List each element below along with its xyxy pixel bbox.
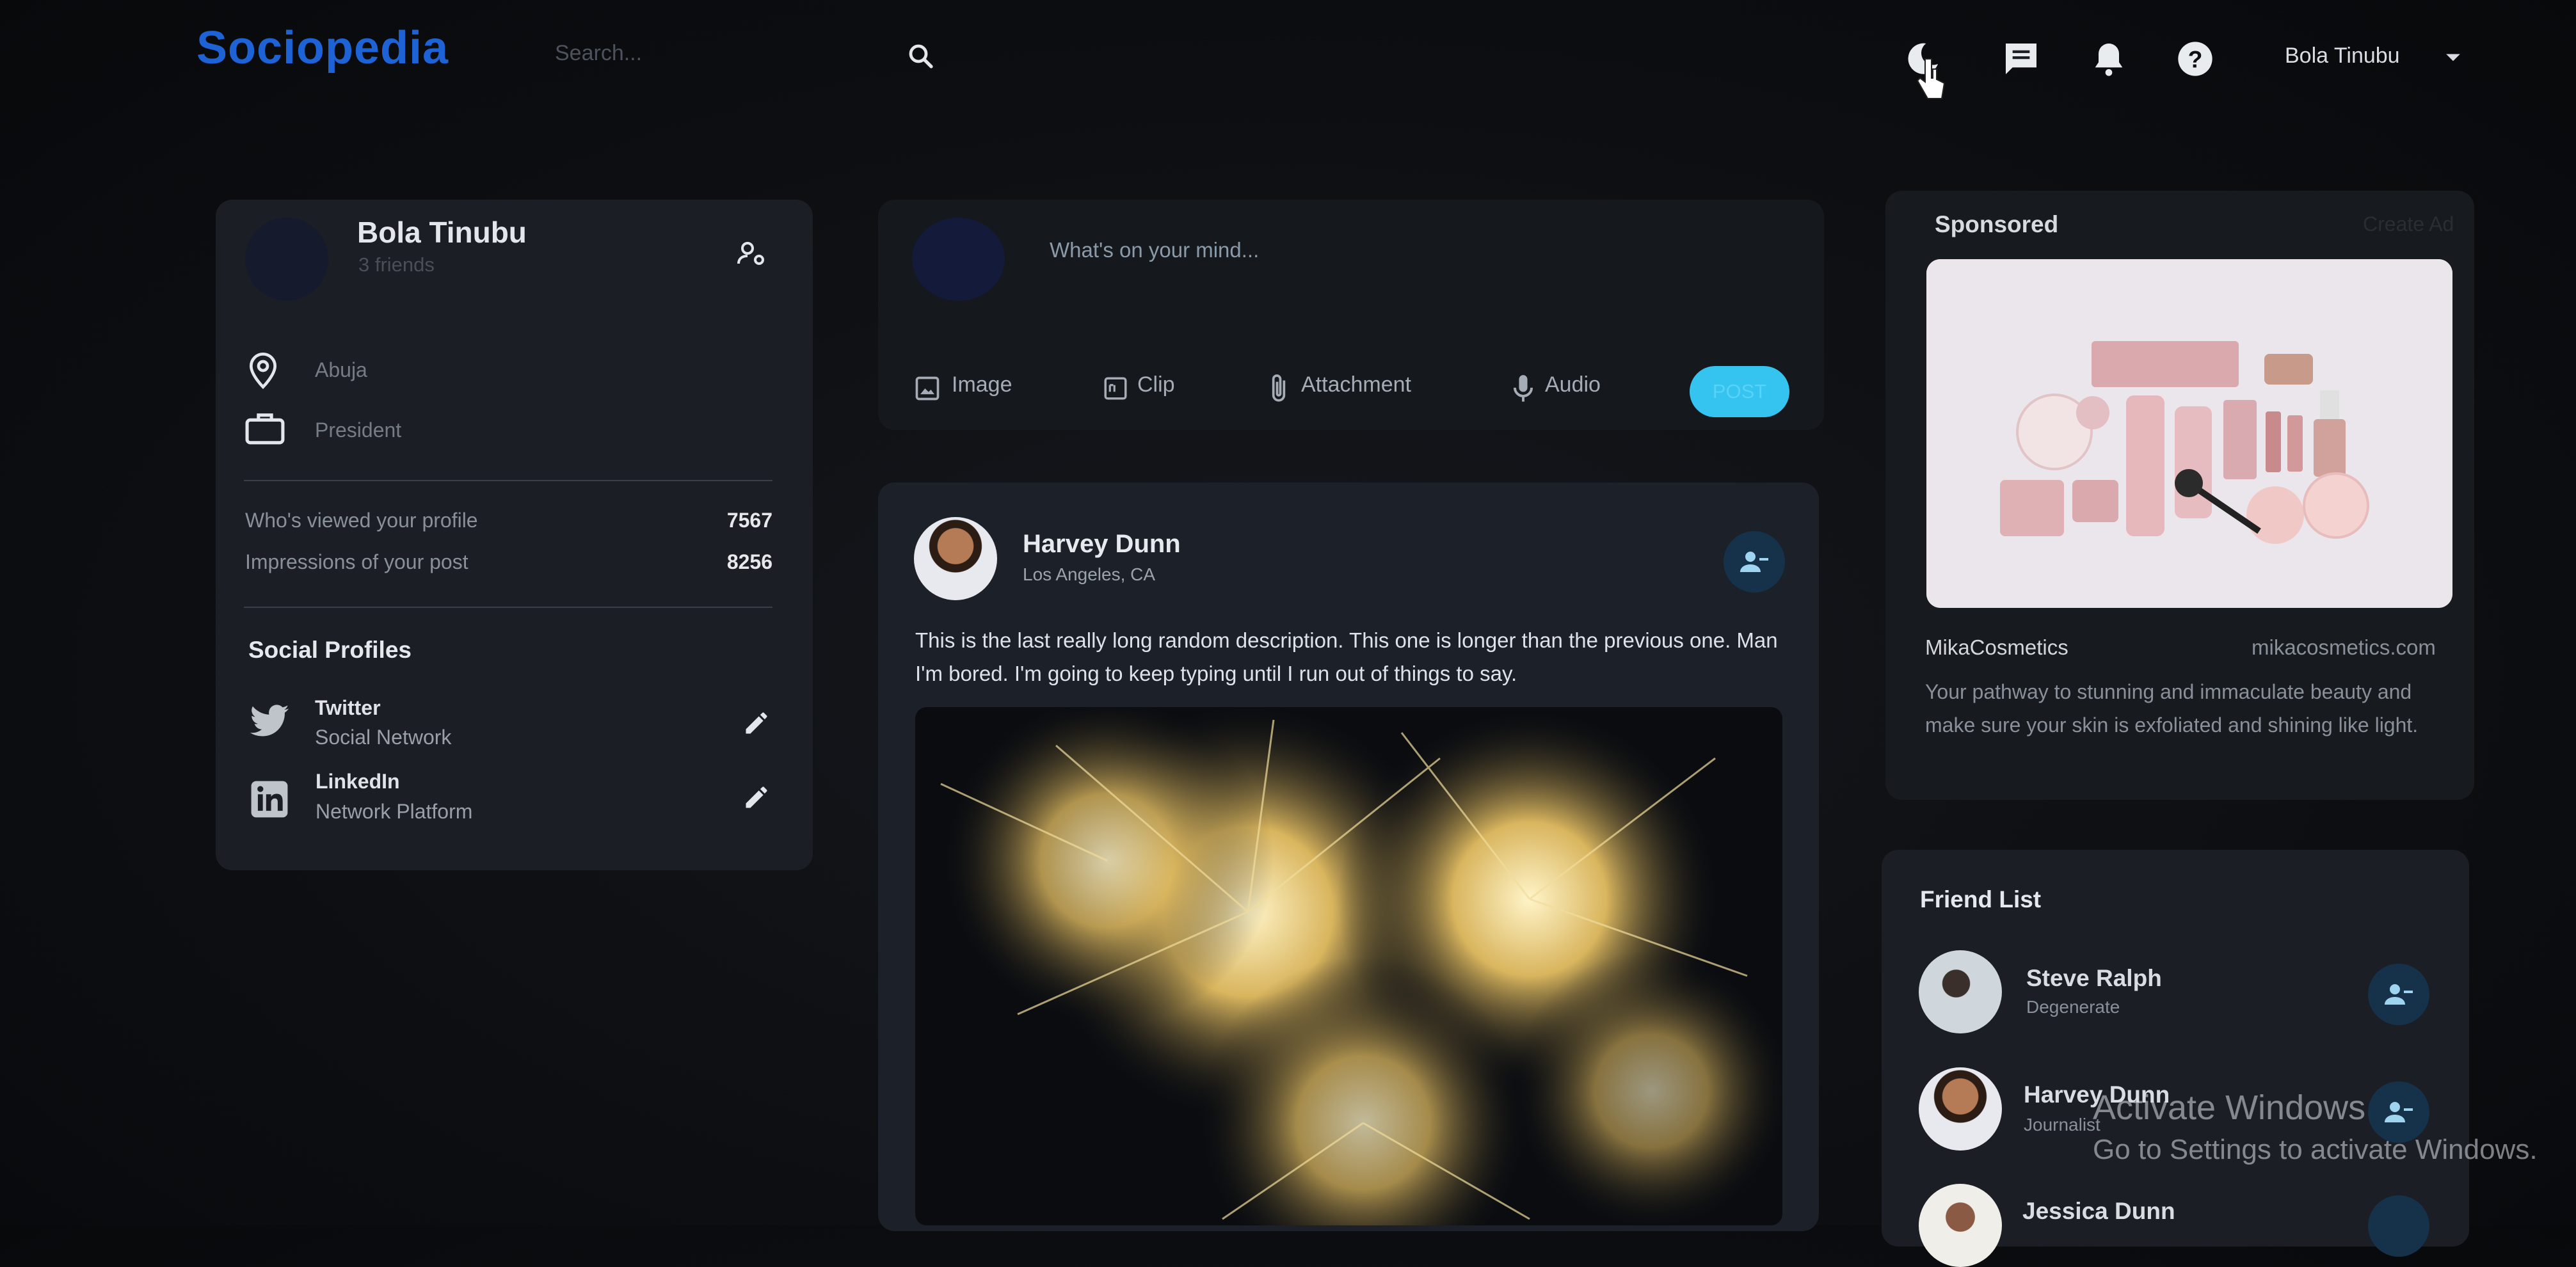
profile-views-value: 7567 xyxy=(726,509,772,532)
chevron-down-icon[interactable] xyxy=(2445,52,2461,64)
post-image[interactable] xyxy=(915,707,1782,1225)
twitter-icon xyxy=(248,704,291,740)
social-profiles-title: Social Profiles xyxy=(248,637,412,663)
audio-option[interactable]: Audio xyxy=(1545,372,1601,397)
friend-avatar[interactable] xyxy=(1919,1067,2002,1151)
post-button[interactable]: POST xyxy=(1690,366,1789,417)
search-icon[interactable] xyxy=(906,41,936,72)
linkedin-type: Network Platform xyxy=(316,800,473,823)
post-description: This is the last really long random desc… xyxy=(915,628,1778,685)
edit-icon[interactable] xyxy=(742,783,771,811)
sponsored-title: Sponsored xyxy=(1935,211,2059,237)
user-menu[interactable]: Bola Tinubu xyxy=(2285,44,2400,68)
location-icon xyxy=(245,351,281,390)
ad-site-link[interactable]: mikacosmetics.com xyxy=(2252,635,2436,660)
app-logo[interactable]: Sociopedia xyxy=(196,22,449,74)
friend-list-title: Friend List xyxy=(1920,886,2042,912)
image-option[interactable]: Image xyxy=(952,372,1012,397)
divider xyxy=(244,480,772,481)
friend-name[interactable]: Jessica Dunn xyxy=(2022,1198,2175,1225)
friend-occupation: Journalist xyxy=(2024,1115,2100,1135)
post-author-name[interactable]: Harvey Dunn xyxy=(1023,530,1181,559)
manage-accounts-icon[interactable] xyxy=(736,238,767,269)
work-icon xyxy=(244,410,286,447)
friend-occupation: Degenerate xyxy=(2026,997,2120,1017)
profile-avatar[interactable] xyxy=(245,218,328,301)
message-icon[interactable] xyxy=(2001,38,2042,79)
impressions-label: Impressions of your post xyxy=(245,550,468,573)
friend-avatar[interactable] xyxy=(1919,1184,2002,1267)
post-text-input[interactable]: What's on your mind... xyxy=(1050,238,1741,274)
attachment-icon[interactable] xyxy=(1267,372,1290,404)
profile-views-label: Who's viewed your profile xyxy=(245,509,478,532)
ad-description: Your pathway to stunning and immaculate … xyxy=(1925,680,2419,737)
attachment-option[interactable]: Attachment xyxy=(1301,372,1411,397)
linkedin-icon xyxy=(250,779,289,819)
ad-image[interactable] xyxy=(1926,259,2452,608)
search-bar xyxy=(547,29,947,76)
profile-name[interactable]: Bola Tinubu xyxy=(357,215,527,250)
activate-windows-title: Activate Windows xyxy=(2093,1088,2366,1127)
post-author-location: Los Angeles, CA xyxy=(1023,564,1156,584)
profile-friends-count: 3 friends xyxy=(358,253,435,276)
remove-friend-button[interactable] xyxy=(2368,1195,2429,1257)
search-input[interactable] xyxy=(554,36,863,70)
notifications-icon[interactable] xyxy=(2088,38,2129,79)
profile-location: Abuja xyxy=(315,358,367,381)
profile-card xyxy=(216,200,813,870)
remove-friend-button[interactable] xyxy=(2368,964,2429,1025)
ad-brand-name[interactable]: MikaCosmetics xyxy=(1925,635,2068,660)
linkedin-name[interactable]: LinkedIn xyxy=(316,770,400,793)
help-icon[interactable]: ? xyxy=(2175,38,2216,79)
post-author-avatar[interactable] xyxy=(914,517,997,600)
twitter-name[interactable]: Twitter xyxy=(315,696,381,720)
clip-option[interactable]: Clip xyxy=(1137,372,1175,397)
activate-windows-subtitle: Go to Settings to activate Windows. xyxy=(2093,1134,2538,1165)
friend-avatar[interactable] xyxy=(1919,950,2002,1033)
impressions-value: 8256 xyxy=(726,550,772,573)
twitter-type: Social Network xyxy=(315,726,452,749)
friend-name[interactable]: Steve Ralph xyxy=(2026,965,2162,992)
create-ad-link[interactable]: Create Ad xyxy=(2363,212,2454,236)
edit-icon[interactable] xyxy=(742,709,771,737)
cursor-pointer xyxy=(1915,56,1947,108)
remove-friend-button[interactable] xyxy=(1724,531,1785,593)
image-icon[interactable] xyxy=(913,374,941,402)
composer-avatar xyxy=(912,218,1005,301)
profile-occupation: President xyxy=(315,418,402,442)
svg-text:?: ? xyxy=(2188,45,2203,72)
mic-icon[interactable] xyxy=(1512,374,1535,404)
gif-icon[interactable] xyxy=(1102,375,1129,402)
divider xyxy=(244,607,772,608)
